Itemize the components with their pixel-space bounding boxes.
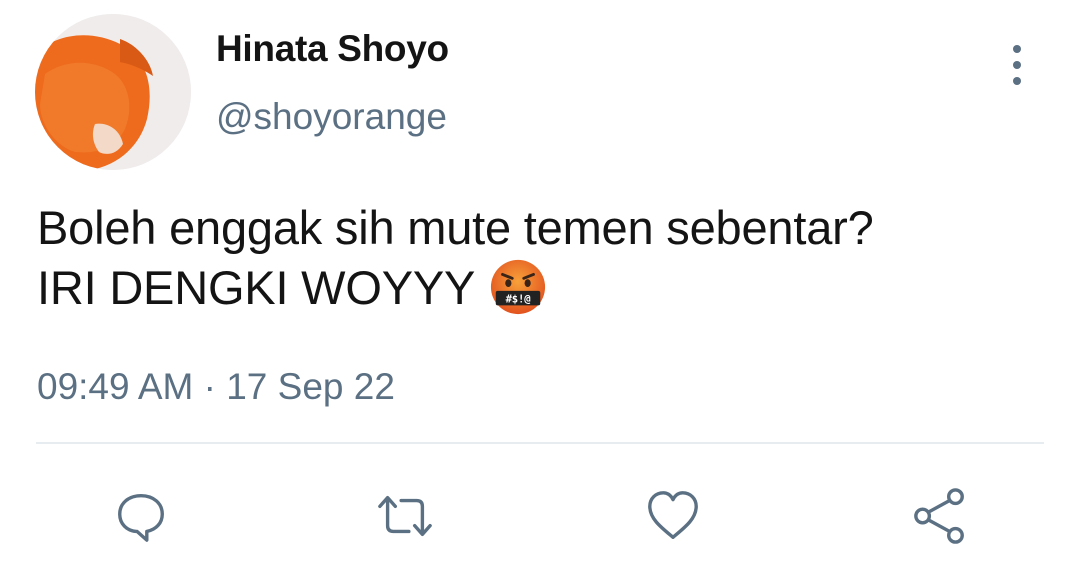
share-button[interactable] (910, 486, 970, 546)
more-dot (1013, 45, 1021, 53)
avatar[interactable] (35, 14, 191, 170)
retweet-button[interactable] (375, 486, 435, 546)
more-dot (1013, 77, 1021, 85)
reply-icon (118, 494, 164, 542)
face-with-symbols-on-mouth-icon: #$!@ (491, 259, 546, 314)
display-name[interactable]: Hinata Shoyo (216, 28, 449, 70)
retweet-icon (378, 495, 432, 537)
tweet-line-1: Boleh enggak sih mute temen sebentar? (37, 201, 874, 254)
share-icon (914, 488, 964, 544)
more-options-button[interactable] (1000, 42, 1034, 88)
tweet-text: Boleh enggak sih mute temen sebentar? IR… (37, 198, 874, 318)
tweet-line-2-text: IRI DENGKI WOYYY (37, 261, 476, 314)
more-dot (1013, 61, 1021, 69)
tweet-line-2: IRI DENGKI WOYYY #$!@ (37, 258, 874, 318)
user-handle[interactable]: @shoyorange (216, 96, 447, 138)
reply-button[interactable] (111, 486, 171, 546)
divider (36, 442, 1044, 444)
like-button[interactable] (643, 486, 703, 546)
avatar-image (35, 14, 191, 170)
emoji-symbols-text: #$!@ (506, 292, 532, 305)
like-icon (648, 491, 698, 539)
tweet-timestamp[interactable]: 09:49 AM · 17 Sep 22 (37, 366, 395, 408)
